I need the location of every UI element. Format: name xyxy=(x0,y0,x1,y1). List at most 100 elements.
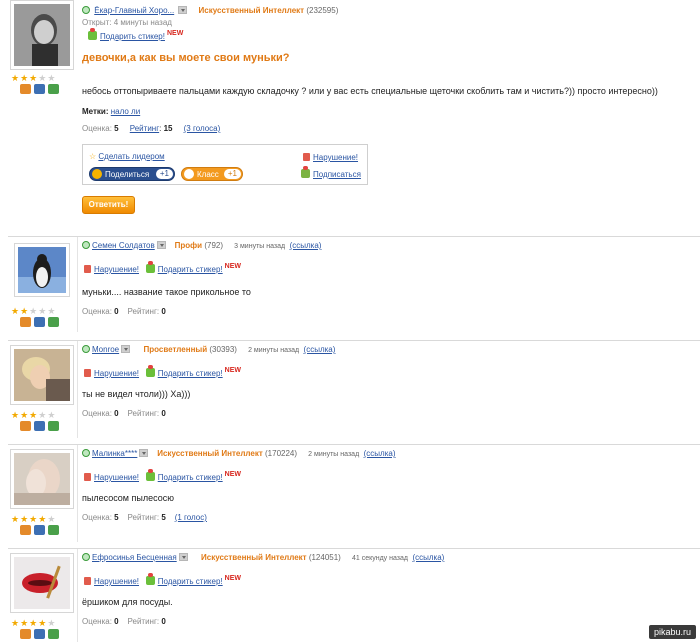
user-icon xyxy=(20,84,31,94)
user-menu-dropdown-icon[interactable] xyxy=(121,345,131,353)
question-actions-box: ☆ Сделать лидером Нарушение! Поделиться … xyxy=(82,144,368,185)
answer-actions: Нарушение! Подарить стикер! NEW xyxy=(84,469,241,482)
answer-permalink[interactable]: (ссылка) xyxy=(364,449,396,458)
gift-sticker-link[interactable]: Подарить стикер! xyxy=(158,265,223,274)
camera-icon xyxy=(34,317,45,327)
share-button[interactable]: Поделиться +1 xyxy=(89,167,175,181)
report-violation-link[interactable]: Нарушение! xyxy=(94,577,139,586)
question-author-name[interactable]: Ёкар-Главный Хоро... xyxy=(94,6,174,15)
answer-actions: Нарушение! Подарить стикер! NEW xyxy=(84,573,241,586)
user-menu-dropdown-icon[interactable] xyxy=(178,553,188,561)
answer-user-name[interactable]: Малинка**** xyxy=(92,449,137,458)
answer-permalink[interactable]: (ссылка) xyxy=(304,345,336,354)
question-rating-row: Оценка: 5 Рейтинг: 15 (3 голоса) xyxy=(82,124,221,133)
answer-user-name[interactable]: Monroe xyxy=(92,345,119,354)
star-icon: ☆ xyxy=(89,152,97,161)
report-violation-link[interactable]: Нарушение! xyxy=(303,153,358,162)
subscribe-link[interactable]: Подписаться xyxy=(301,166,361,179)
answer-user-name[interactable]: Семен Солдатов xyxy=(92,241,155,250)
online-status-icon xyxy=(82,345,90,353)
answer-stars: ★ ★ ★ ★ ★ xyxy=(11,618,56,628)
hand-avatar-image xyxy=(14,453,70,505)
answer-badges xyxy=(20,317,59,327)
video-icon xyxy=(48,317,59,327)
make-leader-link[interactable]: ☆ Сделать лидером xyxy=(89,152,165,161)
share-icon xyxy=(92,169,102,179)
question-body: небось оттопыриваете пальцами каждую скл… xyxy=(82,86,658,96)
answer-time: 3 минуты назад xyxy=(234,243,286,250)
watermark: pikabu.ru xyxy=(648,625,696,639)
answer-text: ты не видел чтоли))) Ха))) xyxy=(82,389,191,399)
answer-permalink[interactable]: (ссылка) xyxy=(290,241,322,250)
penguin-avatar-image xyxy=(18,247,66,293)
camera-icon xyxy=(34,421,45,431)
video-icon xyxy=(48,84,59,94)
report-violation-link[interactable]: Нарушение! xyxy=(94,473,139,482)
question-rating-value: 5 xyxy=(114,124,119,133)
answer-avatar[interactable] xyxy=(10,449,74,509)
gift-icon xyxy=(88,28,97,40)
gift-sticker-link[interactable]: Подарить стикер! xyxy=(158,577,223,586)
share-count: +1 xyxy=(155,169,173,179)
answer-avatar[interactable] xyxy=(10,345,74,405)
user-menu-dropdown-icon[interactable] xyxy=(178,6,188,14)
report-violation-link[interactable]: Нарушение! xyxy=(94,369,139,378)
camera-icon xyxy=(34,84,45,94)
answer-votes-link[interactable]: (1 голос) xyxy=(175,513,207,522)
gift-sticker-link[interactable]: Подарить стикер! xyxy=(158,369,223,378)
gift-icon xyxy=(145,261,155,273)
answer-user-panel: ★ ★ ★ ★ ★ xyxy=(8,237,78,332)
user-menu-dropdown-icon[interactable] xyxy=(156,241,166,249)
question-author-badges xyxy=(20,84,59,94)
answer-time: 41 секунду назад xyxy=(351,555,408,562)
ok-icon xyxy=(184,169,194,179)
answer-header: Ефросинья Бесценная Искусственный Интелл… xyxy=(82,553,444,562)
question-author-rank: Искусственный Интеллект xyxy=(198,6,305,15)
answer-rating-row: Оценка: 0 Рейтинг: 0 xyxy=(82,617,166,626)
video-icon xyxy=(48,421,59,431)
answer-header: Малинка**** Искусственный Интеллект (170… xyxy=(82,449,395,458)
user-menu-dropdown-icon[interactable] xyxy=(139,449,149,457)
answer-item: ★ ★ ★ ★ ★ Ефросинья Бесценная Искусственный … xyxy=(8,548,700,642)
user-icon xyxy=(20,317,31,327)
answer-permalink[interactable]: (ссылка) xyxy=(412,553,444,562)
answer-rating-row: Оценка: 0 Рейтинг: 0 xyxy=(82,409,166,418)
gift-icon xyxy=(145,365,155,377)
online-status-icon xyxy=(82,6,90,14)
flag-icon xyxy=(84,473,91,481)
flag-icon xyxy=(303,153,310,161)
tag-link[interactable]: нало ли xyxy=(111,107,140,116)
answer-text: ёршиком для посуды. xyxy=(82,597,173,607)
question-gift-sticker[interactable]: Подарить стикер! NEW xyxy=(88,28,183,41)
answer-header: Monroe Просветленный (30393) 2 минуты на… xyxy=(82,345,335,354)
user-icon xyxy=(20,629,31,639)
klass-count: +1 xyxy=(223,169,241,179)
online-status-icon xyxy=(82,553,90,561)
camera-icon xyxy=(34,525,45,535)
answer-avatar[interactable] xyxy=(14,243,70,297)
answer-text: муньки.... название такое прикольное то xyxy=(82,287,251,297)
answer-user-name[interactable]: Ефросинья Бесценная xyxy=(92,553,177,562)
answer-button[interactable]: Ответить! xyxy=(82,196,135,214)
answer-item: ★ ★ ★ ★ ★ Monroe Просветленный (30393) 2 мин… xyxy=(8,340,700,438)
answer-stars: ★ ★ ★ ★ ★ xyxy=(11,306,56,316)
answer-user-panel: ★ ★ ★ ★ ★ xyxy=(8,445,78,542)
answer-avatar[interactable] xyxy=(10,553,74,613)
answer-text: пылесосом пылесосю xyxy=(82,493,174,503)
answer-actions: Нарушение! Подарить стикер! NEW xyxy=(84,261,241,274)
question-header: Ёкар-Главный Хоро... Искусственный Интел… xyxy=(82,6,338,15)
question-author-avatar[interactable] xyxy=(10,0,74,70)
gift-sticker-link[interactable]: Подарить стикер! xyxy=(158,473,223,482)
question-author-points: (232595) xyxy=(306,6,339,15)
answer-header: Семен Солдатов Профи (792) 3 минуты наза… xyxy=(82,241,321,250)
answer-rating-row: Оценка: 5 Рейтинг: 5 (1 голос) xyxy=(82,513,207,522)
user-icon xyxy=(20,525,31,535)
monroe-avatar-image xyxy=(14,349,70,401)
question-rank-link[interactable]: Рейтинг xyxy=(130,124,159,133)
klass-button[interactable]: Класс +1 xyxy=(181,167,243,181)
answer-rating-row: Оценка: 0 Рейтинг: 0 xyxy=(82,307,166,316)
report-violation-link[interactable]: Нарушение! xyxy=(94,265,139,274)
question-votes-link[interactable]: (3 голоса) xyxy=(184,124,221,133)
gift-icon xyxy=(145,469,155,481)
answer-badges xyxy=(20,629,59,639)
